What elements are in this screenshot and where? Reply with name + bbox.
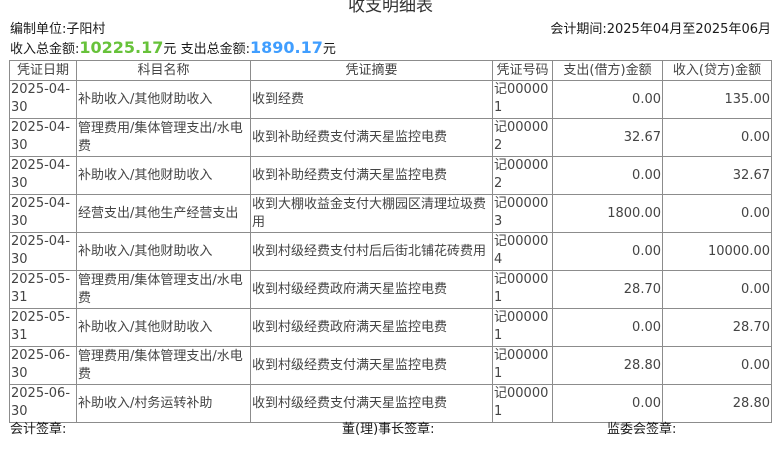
cell-credit: 0.00	[662, 118, 772, 157]
cell-credit: 28.80	[662, 384, 772, 423]
cell-date: 2025-06-30	[9, 346, 77, 385]
cell-debit: 0.00	[552, 308, 663, 347]
cell-debit: 32.67	[552, 118, 663, 157]
chairman-signature-label: 董(理)事长签章:	[342, 422, 435, 437]
cell-credit: 10000.00	[662, 232, 772, 271]
cell-date: 2025-04-30	[9, 156, 77, 195]
cell-account: 管理费用/集体管理支出/水电费	[76, 118, 251, 157]
cell-voucher-no: 记000003	[492, 194, 553, 233]
cell-voucher-no: 记000004	[492, 232, 553, 271]
table-row: 2025-06-30 管理费用/集体管理支出/水电费 收到村级经费支付满天星监控…	[9, 346, 772, 385]
cell-summary: 收到村级经费支付满天星监控电费	[250, 384, 493, 423]
table-row: 2025-06-30 补助收入/村务运转补助 收到村级经费支付满天星监控电费 记…	[9, 384, 772, 423]
cell-account: 经营支出/其他生产经营支出	[76, 194, 251, 233]
table-header-row: 凭证日期 科目名称 凭证摘要 凭证号码 支出(借方)金额 收入(贷方)金额	[9, 60, 772, 81]
table-row: 2025-04-30 管理费用/集体管理支出/水电费 收到补助经费支付满天星监控…	[9, 118, 772, 157]
cell-debit: 0.00	[552, 384, 663, 423]
accountant-signature-label: 会计签章:	[10, 422, 67, 437]
cell-date: 2025-04-30	[9, 232, 77, 271]
cell-account: 补助收入/其他财助收入	[76, 232, 251, 271]
column-header-summary: 凭证摘要	[250, 60, 493, 81]
cell-credit: 28.70	[662, 308, 772, 347]
cell-debit: 0.00	[552, 156, 663, 195]
cell-voucher-no: 记000002	[492, 156, 553, 195]
cell-debit: 0.00	[552, 232, 663, 271]
cell-credit: 135.00	[662, 80, 772, 119]
column-header-voucher-no: 凭证号码	[492, 60, 553, 81]
accounting-period: 会计期间:2025年04月至2025年06月	[550, 22, 771, 37]
cell-summary: 收到村级经费支付满天星监控电费	[250, 346, 493, 385]
cell-date: 2025-04-30	[9, 118, 77, 157]
cell-voucher-no: 记000002	[492, 118, 553, 157]
cell-date: 2025-06-30	[9, 384, 77, 423]
cell-debit: 0.00	[552, 80, 663, 119]
page-title: 收支明细表	[348, 0, 433, 16]
table-row: 2025-04-30 补助收入/其他财助收入 收到补助经费支付满天星监控电费 记…	[9, 156, 772, 195]
cell-summary: 收到大棚收益金支付大棚园区清理垃圾费用	[250, 194, 493, 233]
cell-credit: 0.00	[662, 270, 772, 309]
cell-summary: 收到经费	[250, 80, 493, 119]
cell-voucher-no: 记000001	[492, 270, 553, 309]
cell-summary: 收到村级经费政府满天星监控电费	[250, 270, 493, 309]
cell-debit: 28.70	[552, 270, 663, 309]
table-row: 2025-04-30 补助收入/其他财助收入 收到经费 记000001 0.00…	[9, 80, 772, 119]
cell-account: 管理费用/集体管理支出/水电费	[76, 270, 251, 309]
column-header-debit: 支出(借方)金额	[552, 60, 663, 81]
cell-date: 2025-05-31	[9, 270, 77, 309]
cell-summary: 收到补助经费支付满天星监控电费	[250, 156, 493, 195]
cell-date: 2025-05-31	[9, 308, 77, 347]
preparing-unit: 编制单位:子阳村	[10, 22, 106, 37]
cell-debit: 28.80	[552, 346, 663, 385]
totals-summary: 收入总金额:10225.17元 支出总金额:1890.17元	[10, 38, 336, 58]
cell-account: 管理费用/集体管理支出/水电费	[76, 346, 251, 385]
signature-row: 会计签章: 董(理)事长签章: 监委会签章:	[10, 421, 771, 439]
table-row: 2025-05-31 管理费用/集体管理支出/水电费 收到村级经费政府满天星监控…	[9, 270, 772, 309]
cell-summary: 收到村级经费政府满天星监控电费	[250, 308, 493, 347]
cell-summary: 收到村级经费支付村后后街北铺花砖费用	[250, 232, 493, 271]
expense-total-unit: 元	[322, 42, 336, 57]
cell-account: 补助收入/其他财助收入	[76, 80, 251, 119]
column-header-date: 凭证日期	[9, 60, 77, 81]
cell-account: 补助收入/村务运转补助	[76, 384, 251, 423]
cell-credit: 0.00	[662, 346, 772, 385]
table-row: 2025-05-31 补助收入/其他财助收入 收到村级经费政府满天星监控电费 记…	[9, 308, 772, 347]
report-meta: 编制单位:子阳村 会计期间:2025年04月至2025年06月	[10, 21, 771, 39]
cell-summary: 收到补助经费支付满天星监控电费	[250, 118, 493, 157]
column-header-account: 科目名称	[76, 60, 251, 81]
income-total-label: 收入总金额:	[10, 42, 80, 57]
income-total-value: 10225.17	[79, 38, 164, 57]
cell-account: 补助收入/其他财助收入	[76, 308, 251, 347]
cell-voucher-no: 记000001	[492, 346, 553, 385]
cell-credit: 0.00	[662, 194, 772, 233]
table-row: 2025-04-30 补助收入/其他财助收入 收到村级经费支付村后后街北铺花砖费…	[9, 232, 772, 271]
income-total-unit: 元	[163, 42, 177, 57]
cell-date: 2025-04-30	[9, 80, 77, 119]
cell-voucher-no: 记000001	[492, 384, 553, 423]
supervisor-signature-label: 监委会签章:	[607, 422, 677, 437]
cell-voucher-no: 记000001	[492, 80, 553, 119]
cell-date: 2025-04-30	[9, 194, 77, 233]
cell-credit: 32.67	[662, 156, 772, 195]
cell-account: 补助收入/其他财助收入	[76, 156, 251, 195]
table-row: 2025-04-30 经营支出/其他生产经营支出 收到大棚收益金支付大棚园区清理…	[9, 194, 772, 233]
ledger-table: 凭证日期 科目名称 凭证摘要 凭证号码 支出(借方)金额 收入(贷方)金额 20…	[9, 60, 772, 423]
expense-total-label: 支出总金额:	[180, 42, 250, 57]
cell-debit: 1800.00	[552, 194, 663, 233]
expense-total-value: 1890.17	[249, 38, 323, 57]
cell-voucher-no: 记000001	[492, 308, 553, 347]
column-header-credit: 收入(贷方)金额	[662, 60, 772, 81]
